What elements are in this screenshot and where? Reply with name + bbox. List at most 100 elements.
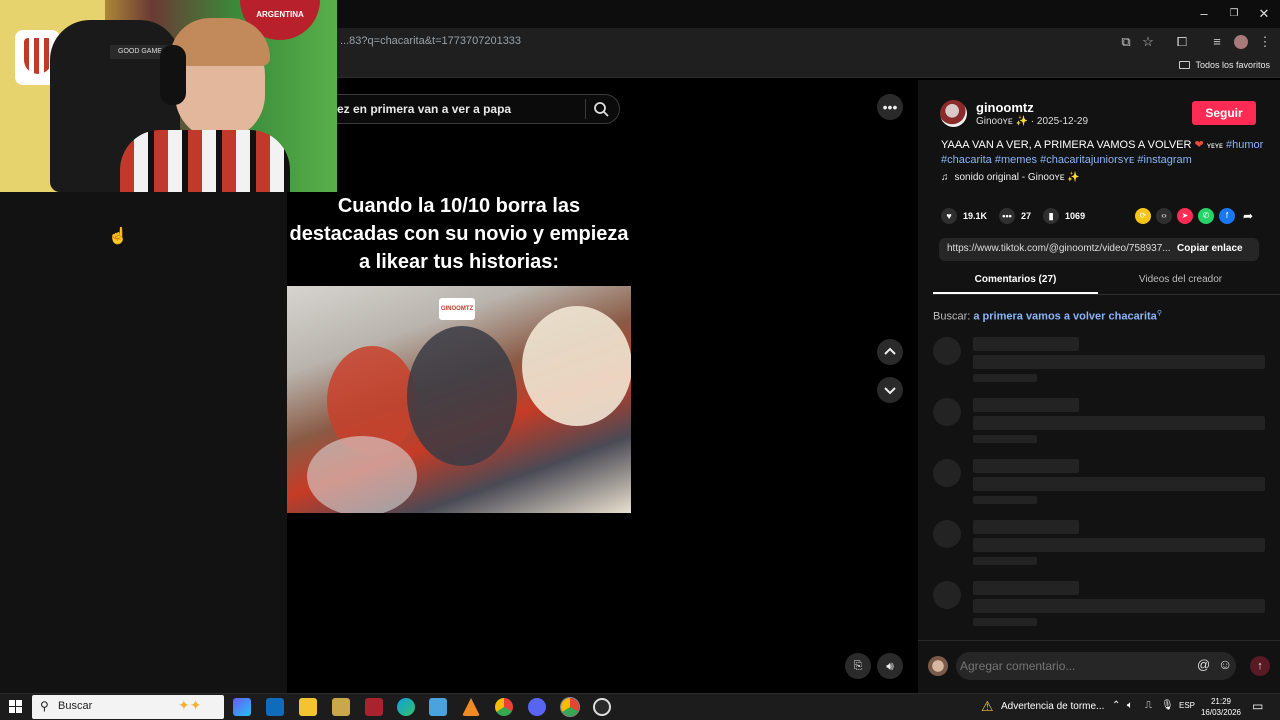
whatsapp-icon[interactable]: ✆ <box>1198 208 1214 224</box>
creator-subline: Ginooʏᴇ ✨ · 2025-12-29 <box>976 116 1089 127</box>
post-date: 2025-12-29 <box>1036 116 1089 127</box>
heart-emoji-icon: ❤ <box>1194 139 1204 151</box>
bookmark-star-icon[interactable]: ☆ <box>1139 33 1157 51</box>
share-row: ⟳ ‹› ➤ ✆ f ➦ <box>1135 208 1256 224</box>
copilot-app-icon[interactable] <box>233 698 251 716</box>
extensions-icon[interactable]: ⧠ <box>1173 33 1191 51</box>
notifications-icon[interactable]: ▭ <box>1252 699 1263 713</box>
install-app-icon[interactable]: ⧉ <box>1117 33 1135 51</box>
comment-skeleton <box>933 337 1280 398</box>
comment-count: 27 <box>1021 211 1032 221</box>
hashtag-link[interactable]: #instagram <box>1137 154 1191 166</box>
comment-button[interactable]: ••• 27 <box>999 208 1031 224</box>
comment-input[interactable] <box>956 652 1236 680</box>
speaker-icon[interactable]: 🔈︎ <box>1127 700 1133 711</box>
file-explorer-icon[interactable] <box>299 698 317 716</box>
language-indicator[interactable]: ESP <box>1179 701 1195 710</box>
address-bar[interactable]: ...83?q=chacarita&t=1773707201333 <box>340 35 521 47</box>
all-bookmarks-label: Todos los favoritos <box>1195 60 1270 70</box>
windows-start-icon[interactable] <box>9 700 22 713</box>
engagement-row: ♥ 19.1K ••• 27 ▮ 1069 <box>941 208 1085 224</box>
microphone-icon[interactable]: 🎙︎ <box>1161 700 1174 711</box>
next-video-button[interactable] <box>877 377 903 403</box>
details-panel: ginoomtz Ginooʏᴇ ✨ · 2025-12-29 Seguir Y… <box>918 80 1280 693</box>
pip-button[interactable]: ⎘ <box>845 653 871 679</box>
hashtag-link[interactable]: #chacaritajuniorsʏᴇ <box>1040 154 1134 166</box>
search-icon[interactable] <box>592 100 610 118</box>
hashtag-link[interactable]: #memes <box>995 154 1037 166</box>
tab-creator-videos[interactable]: Videos del creador <box>1098 274 1263 285</box>
headphones <box>160 45 186 105</box>
comment-skeleton <box>933 398 1280 459</box>
chevron-down-icon <box>884 387 896 395</box>
media-control-icon[interactable]: ≡ <box>1208 33 1226 51</box>
all-bookmarks-folder[interactable]: Todos los favoritos <box>1179 60 1270 70</box>
comment-skeleton <box>933 520 1280 581</box>
like-button[interactable]: ♥ 19.1K <box>941 208 987 224</box>
weather-alert[interactable]: Advertencia de torme... <box>1001 701 1104 712</box>
mention-icon[interactable]: @ <box>1197 657 1210 672</box>
creator-avatar[interactable] <box>940 100 967 127</box>
game-app-icon[interactable] <box>332 698 350 716</box>
emoji-icon[interactable]: ☺ <box>1218 656 1232 672</box>
search-input-text: ez en primera van a ver a papa <box>337 102 512 116</box>
browser-menu-icon[interactable]: ⋮ <box>1256 33 1274 51</box>
minimize-button[interactable]: – <box>1189 4 1219 24</box>
post-description: YAAA VAN A VER, A PRIMERA VAMOS A VOLVER… <box>941 138 1271 167</box>
video-player[interactable]: GINOOMTZ <box>287 286 631 513</box>
creator-username[interactable]: ginoomtz <box>976 100 1034 115</box>
video-figure <box>307 436 417 513</box>
follow-button[interactable]: Seguir <box>1192 101 1256 125</box>
save-count: 1069 <box>1065 211 1086 221</box>
taskbar-clock[interactable]: 21:29 16/03/2026 <box>1200 696 1242 718</box>
bookmark-icon: ▮ <box>1043 208 1060 224</box>
close-window-button[interactable]: ✕ <box>1249 4 1279 24</box>
hashtag-link[interactable]: #humor <box>1226 139 1263 151</box>
user-avatar <box>928 656 948 676</box>
video-watermark: GINOOMTZ <box>439 298 475 320</box>
copy-link-button[interactable]: Copiar enlace <box>1177 243 1243 254</box>
post-comment-button[interactable]: ↑ <box>1250 656 1270 676</box>
warning-icon: ⚠ <box>981 698 994 714</box>
outlook-app-icon[interactable] <box>266 698 284 716</box>
more-options-button[interactable]: ••• <box>877 94 903 120</box>
send-to-friends-icon[interactable]: ➤ <box>1177 208 1193 224</box>
hashtag-link[interactable]: #chacarita <box>941 154 992 166</box>
related-search-query[interactable]: a primera vamos a volver chacarita <box>973 311 1156 323</box>
player-controls-area <box>631 80 918 693</box>
comment-skeleton-list <box>933 337 1280 642</box>
embed-icon[interactable]: ‹› <box>1156 208 1172 224</box>
taskbar-search-label: Buscar <box>58 700 93 712</box>
notepad-app-icon[interactable] <box>429 698 447 716</box>
video-figure <box>407 326 517 466</box>
repost-icon[interactable]: ⟳ <box>1135 208 1151 224</box>
obs-icon[interactable] <box>593 698 611 716</box>
music-note-icon: ♫ <box>941 172 949 183</box>
video-link[interactable]: https://www.tiktok.com/@ginoomtz/video/7… <box>947 243 1171 254</box>
video-caption: Cuando la 10/10 borra las destacadas con… <box>289 195 629 273</box>
description-text: YAAA VAN A VER, A PRIMERA VAMOS A VOLVER <box>941 139 1192 151</box>
search-mini-icon: ⚲ <box>1156 310 1162 317</box>
heart-icon: ♥ <box>941 208 957 224</box>
edge-browser-icon[interactable] <box>397 698 415 716</box>
video-figure <box>522 306 631 426</box>
related-search[interactable]: Buscar: a primera vamos a volver chacari… <box>933 309 1162 323</box>
share-arrow-icon[interactable]: ➦ <box>1240 208 1256 224</box>
sound-link[interactable]: ♫ sonido original - Ginooʏᴇ ✨ <box>941 172 1080 183</box>
tray-chevron-icon[interactable]: ⌃ <box>1112 700 1120 711</box>
previous-video-button[interactable] <box>877 339 903 365</box>
hand-cursor-icon: ☝ <box>108 228 128 245</box>
comment-icon: ••• <box>999 208 1016 224</box>
comment-skeleton <box>933 581 1280 642</box>
volume-button[interactable]: 🔊︎ <box>877 653 903 679</box>
save-button[interactable]: ▮ 1069 <box>1043 208 1085 224</box>
profile-avatar[interactable] <box>1232 33 1250 51</box>
chrome-icon[interactable] <box>495 698 513 716</box>
club-app-icon[interactable] <box>365 698 383 716</box>
discord-icon[interactable] <box>528 698 546 716</box>
network-icon[interactable]: ⎍ <box>1145 700 1152 711</box>
tab-comments[interactable]: Comentarios (27) <box>933 274 1098 285</box>
facebook-icon[interactable]: f <box>1219 208 1235 224</box>
chrome-active-icon[interactable] <box>560 697 580 717</box>
restore-button[interactable]: ❐ <box>1219 4 1249 24</box>
